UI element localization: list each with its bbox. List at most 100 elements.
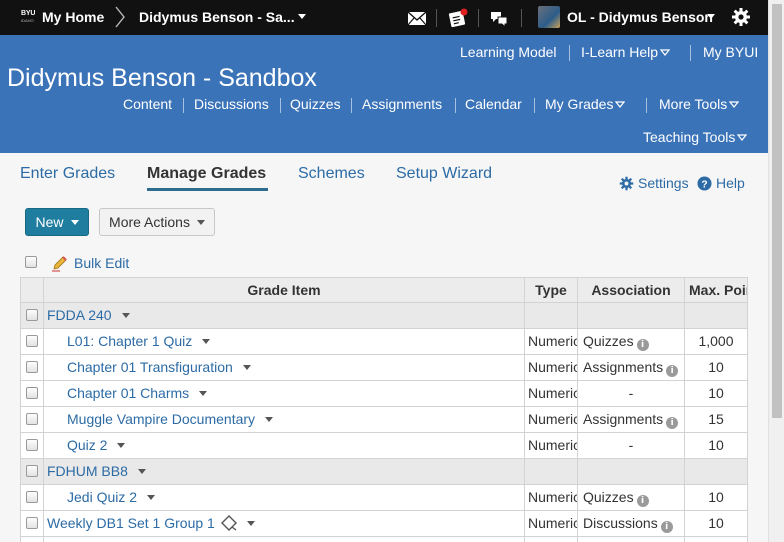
nav-more-tools[interactable]: More Tools [659,96,740,112]
points-cell [685,537,748,542]
nav-teaching-tools[interactable]: Teaching Tools [643,129,748,145]
nav-my-grades[interactable]: My Grades [545,96,626,112]
table-row: Chapter 01 Transfiguration Numeric Assig… [20,355,748,381]
context-menu-caret-icon[interactable] [265,417,274,422]
row-checkbox[interactable] [26,439,38,451]
nav-calendar[interactable]: Calendar [465,96,522,112]
checkbox-cell [20,485,44,511]
bulk-edit-link[interactable]: Bulk Edit [74,255,129,271]
calculated-item-diamond-icon [220,515,237,531]
association-cell: Assignments i [578,407,685,433]
tab-setup-wizard[interactable]: Setup Wizard [396,165,492,183]
tab-enter-grades[interactable]: Enter Grades [20,165,115,183]
chevron-down-icon [615,101,626,108]
user-menu[interactable]: OL - Didymus Benson [567,9,713,25]
association-cell [578,537,685,542]
grade-item-link[interactable]: Chapter 01 Charms [67,385,189,401]
more-actions-button[interactable]: More Actions [99,208,215,236]
row-checkbox[interactable] [26,465,38,477]
active-tab-indicator [147,188,268,191]
page-scrollbar[interactable] [768,0,784,542]
context-menu-caret-icon[interactable] [147,495,156,500]
context-menu-caret-icon[interactable] [199,391,208,396]
context-menu-caret-icon[interactable] [202,339,211,344]
nav-discussions[interactable]: Discussions [194,96,269,112]
grade-item-link[interactable]: L01: Chapter 1 Quiz [67,333,192,349]
column-header-type[interactable]: Type [525,277,578,303]
row-checkbox[interactable] [26,491,38,503]
context-menu-caret-icon[interactable] [117,443,126,448]
column-header-association[interactable]: Association [578,277,685,303]
grade-item-name-cell: Jedi Quiz 2 [44,485,525,511]
category-link[interactable]: FDHUM BB8 [47,463,128,479]
select-all-checkbox[interactable] [25,256,37,268]
association-cell: Quizzes i [578,485,685,511]
chevron-down-icon [729,101,740,108]
nav-assignments[interactable]: Assignments [362,96,442,112]
learning-model-link[interactable]: Learning Model [460,44,557,60]
info-icon[interactable]: i [666,417,679,429]
help-icon[interactable]: ? [697,176,712,191]
gear-icon[interactable] [619,176,634,191]
table-row: L01: Chapter 1 Quiz Numeric Quizzes i 1,0… [20,329,748,355]
nav-quizzes[interactable]: Quizzes [290,96,341,112]
pencil-icon[interactable] [51,254,69,272]
header-divider [690,45,691,61]
context-menu-caret-icon[interactable] [242,365,251,370]
my-home-link[interactable]: My Home [42,9,104,25]
nav-divider [646,98,647,113]
course-dropdown-caret-icon[interactable] [298,14,306,19]
column-header-grade-item[interactable]: Grade Item [44,277,525,303]
row-checkbox[interactable] [26,309,38,321]
svg-text:?: ? [701,179,707,190]
type-cell: Numeric [525,329,578,355]
user-avatar[interactable] [538,6,560,28]
byu-idaho-logo[interactable]: BYU IDAHO [21,10,37,24]
user-dropdown-caret-icon[interactable] [707,14,715,19]
points-cell: 10 [685,485,748,511]
scrollbar-thumb[interactable] [772,4,782,418]
context-menu-caret-icon[interactable] [246,521,255,526]
new-button[interactable]: New [25,208,89,236]
nav-teaching-tools-label: Teaching Tools [643,129,736,145]
points-cell: 15 [685,407,748,433]
info-icon[interactable]: i [660,521,673,533]
settings-link[interactable]: Settings [638,175,689,191]
type-cell: Numeric [525,407,578,433]
column-header-max-points[interactable]: Max. Points [685,277,748,303]
messages-icon[interactable] [489,8,509,28]
updates-icon[interactable] [448,8,468,28]
email-icon[interactable] [407,8,427,28]
checkbox-cell [20,511,44,537]
row-checkbox[interactable] [26,413,38,425]
table-row: Quiz 2 Numeric - 10 [20,433,748,459]
my-byui-link[interactable]: My BYUI [703,44,758,60]
category-link[interactable]: FDDA 240 [47,307,112,323]
info-icon[interactable]: i [666,365,679,377]
caret-down-icon [70,220,79,225]
row-checkbox[interactable] [26,335,38,347]
gear-icon[interactable] [731,7,751,27]
row-checkbox[interactable] [26,387,38,399]
ilearn-help-menu[interactable]: I-Learn Help [581,44,671,60]
grade-item-link[interactable]: Muggle Vampire Documentary [67,411,255,427]
table-row: Chapter 01 Charms Numeric - 10 [20,381,748,407]
row-checkbox[interactable] [26,361,38,373]
points-cell [685,459,748,485]
context-menu-caret-icon[interactable] [137,469,146,474]
grade-item-link[interactable]: Quiz 2 [67,437,107,453]
type-cell [525,459,578,485]
grade-item-link[interactable]: Weekly DB1 Set 1 Group 1 [47,515,215,531]
nav-content[interactable]: Content [123,96,172,112]
grade-item-link[interactable]: Chapter 01 Transfiguration [67,359,233,375]
context-menu-caret-icon[interactable] [121,313,130,318]
tab-manage-grades[interactable]: Manage Grades [147,165,266,183]
navbar-divider [521,9,522,27]
info-icon[interactable]: i [636,339,649,351]
row-checkbox[interactable] [26,517,38,529]
info-icon[interactable]: i [636,495,649,507]
help-link[interactable]: Help [716,175,745,191]
tab-schemes[interactable]: Schemes [298,165,365,183]
course-selector[interactable]: Didymus Benson - Sa... [139,9,295,25]
grade-item-link[interactable]: Jedi Quiz 2 [67,489,137,505]
